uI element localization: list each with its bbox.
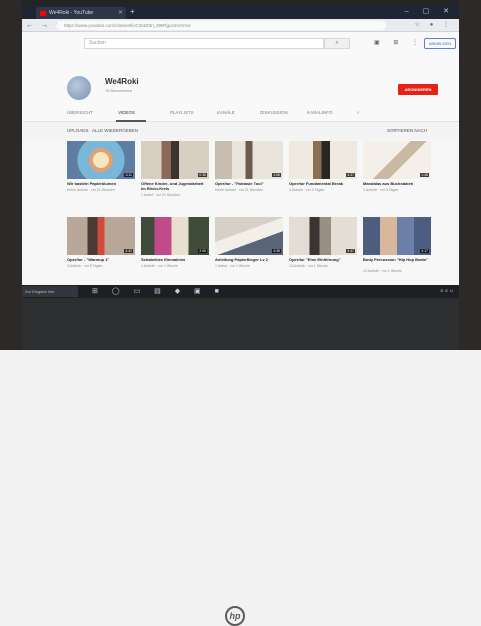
- video-thumbnail[interactable]: 3:42: [67, 217, 135, 255]
- channel-search-icon[interactable]: ⌕: [357, 110, 360, 115]
- tab-videos[interactable]: VIDEOS: [118, 110, 135, 115]
- video-thumbnail[interactable]: 4:35: [215, 217, 283, 255]
- video-meta: 4 Aufrufe · vor 1 Woche: [141, 264, 178, 268]
- video-title[interactable]: Body Percussion "Hip Hop Beats": [363, 257, 431, 262]
- video-meta: 2 Aufrufe · vor 5 Tagen: [363, 188, 399, 192]
- video-title[interactable]: Anleitung Papierflieger Lv 2: [215, 257, 283, 262]
- header-icons[interactable]: ▣ ⊞ ⋮: [374, 39, 424, 46]
- video-meta: 1 Aufruf · vor 21 Stunden: [141, 193, 180, 197]
- tab-channels[interactable]: KANÄLE: [217, 110, 235, 115]
- channel-subscriber-count: 75 Abonnenten: [105, 88, 132, 93]
- video-title[interactable]: Wir basteln Papierblumen: [67, 181, 135, 186]
- video-title[interactable]: Schabekies Einmaleins: [141, 257, 209, 262]
- url-input[interactable]: https://www.youtube.com/channel/UC3c8Z3n…: [56, 21, 386, 30]
- video-thumbnail[interactable]: 1:36: [363, 141, 431, 179]
- video-meta: 1 Aufruf · vor 1 Woche: [215, 264, 250, 268]
- video-duration: 3:11: [124, 173, 133, 177]
- video-meta: Keine Aufrufe · vor 21 Stunden: [67, 188, 115, 192]
- video-thumbnail[interactable]: 4:37: [289, 141, 357, 179]
- extensions-icons[interactable]: ☆ ● ⋮: [415, 21, 453, 28]
- browser-tab-title: We4Roki - YouTube: [49, 10, 94, 16]
- video-meta: 3 Aufrufe · vor 5 Tagen: [67, 264, 103, 268]
- screen: We4Roki - YouTube ✕ + – ▢ ✕ ← → ⟳ https:…: [22, 5, 459, 298]
- play-all-link[interactable]: ALLE WIEDERGEBEN: [92, 128, 138, 133]
- video-duration: 2:05: [198, 249, 207, 253]
- search-icon: ⌕: [335, 40, 339, 46]
- close-tab-icon[interactable]: ✕: [118, 9, 123, 16]
- video-duration: 3:42: [124, 249, 133, 253]
- window-controls[interactable]: – ▢ ✕: [405, 7, 455, 15]
- subscribe-button[interactable]: ABONNIEREN: [398, 84, 438, 95]
- video-meta: 12 Aufrufe · vor 1 Woche: [363, 269, 402, 273]
- video-duration: 3:47: [346, 249, 355, 253]
- tab-overview[interactable]: ÜBERSICHT: [67, 110, 93, 115]
- tab-discussion[interactable]: DISKUSSION: [260, 110, 288, 115]
- taskbar-search-input[interactable]: Zur Eingabe hier: [22, 286, 78, 297]
- video-title[interactable]: Oper/tor - "Warmup 1": [67, 257, 135, 262]
- desk-edge-right: [459, 0, 481, 350]
- video-duration: 2:17: [420, 249, 429, 253]
- video-meta: 4 Aufrufe · vor 3 Tagen: [289, 188, 325, 192]
- video-meta: Keine Aufrufe · vor 21 Stunden: [215, 188, 263, 192]
- search-button[interactable]: ⌕: [324, 38, 350, 49]
- video-duration: 4:37: [346, 173, 355, 177]
- video-thumbnail[interactable]: 3:11: [67, 141, 135, 179]
- channel-header: We4Roki 75 Abonnenten ABONNIEREN: [22, 56, 459, 106]
- uploads-label: UPLOADS: [67, 128, 89, 133]
- youtube-header: Suchen ⌕ ▣ ⊞ ⋮ ANMELDEN: [22, 32, 459, 56]
- video-title[interactable]: Offene Kinder- und Jugendarbeit im Rhein…: [141, 181, 209, 191]
- signin-button[interactable]: ANMELDEN: [424, 38, 456, 49]
- video-thumbnail[interactable]: 0:38: [141, 141, 209, 179]
- video-title[interactable]: Oper/tor - "Fantasie Tool": [215, 181, 283, 186]
- video-title[interactable]: Oper/tor "Eine Einführung": [289, 257, 357, 262]
- video-title[interactable]: Oper/tor Fundamental Break: [289, 181, 357, 186]
- photo-frame: hp We4Roki - YouTube ✕ + – ▢ ✕ ← → ⟳ htt…: [0, 0, 481, 626]
- new-tab-button[interactable]: +: [130, 7, 135, 16]
- desk-edge-left: [0, 0, 22, 350]
- video-meta: 13 Aufrufe · vor 1 Woche: [289, 264, 328, 268]
- video-title[interactable]: Mandalas aus Buchstaben: [363, 181, 431, 186]
- channel-name: We4Roki: [105, 77, 139, 86]
- channel-avatar[interactable]: [67, 76, 91, 100]
- video-thumbnail[interactable]: 3:47: [289, 217, 357, 255]
- taskbar-icons[interactable]: ⊞ ◯ ▭ ▤ ◆ ▣ ■: [92, 287, 225, 295]
- youtube-favicon-icon: [40, 10, 46, 16]
- uploads-filter-row: UPLOADS ALLE WIEDERGEBEN SORTIEREN NACH: [22, 122, 459, 140]
- video-duration: 0:38: [198, 173, 207, 177]
- video-thumbnail[interactable]: 2:17: [363, 217, 431, 255]
- search-input[interactable]: Suchen: [84, 38, 324, 49]
- windows-taskbar: Zur Eingabe hier ⊞ ◯ ▭ ▤ ◆ ▣ ■ DEU: [22, 285, 459, 298]
- video-thumbnail[interactable]: 2:05: [141, 217, 209, 255]
- monitor-bezel-bottom: hp: [22, 298, 459, 626]
- channel-tabs: ÜBERSICHT VIDEOS PLAYLISTS KANÄLE DISKUS…: [22, 106, 459, 122]
- browser-tab[interactable]: We4Roki - YouTube ✕: [36, 7, 126, 19]
- hp-logo-icon: hp: [225, 606, 245, 626]
- video-duration: 1:36: [420, 173, 429, 177]
- video-duration: 4:35: [272, 249, 281, 253]
- browser-tab-bar: We4Roki - YouTube ✕ + – ▢ ✕: [22, 5, 459, 19]
- system-tray-language[interactable]: DEU: [441, 288, 455, 293]
- address-bar-row: ← → ⟳ https://www.youtube.com/channel/UC…: [22, 19, 459, 32]
- video-duration: 3:56: [272, 173, 281, 177]
- sort-by-button[interactable]: SORTIEREN NACH: [387, 128, 427, 133]
- tab-about[interactable]: KANALINFO: [307, 110, 333, 115]
- video-thumbnail[interactable]: 3:56: [215, 141, 283, 179]
- tab-playlists[interactable]: PLAYLISTS: [170, 110, 194, 115]
